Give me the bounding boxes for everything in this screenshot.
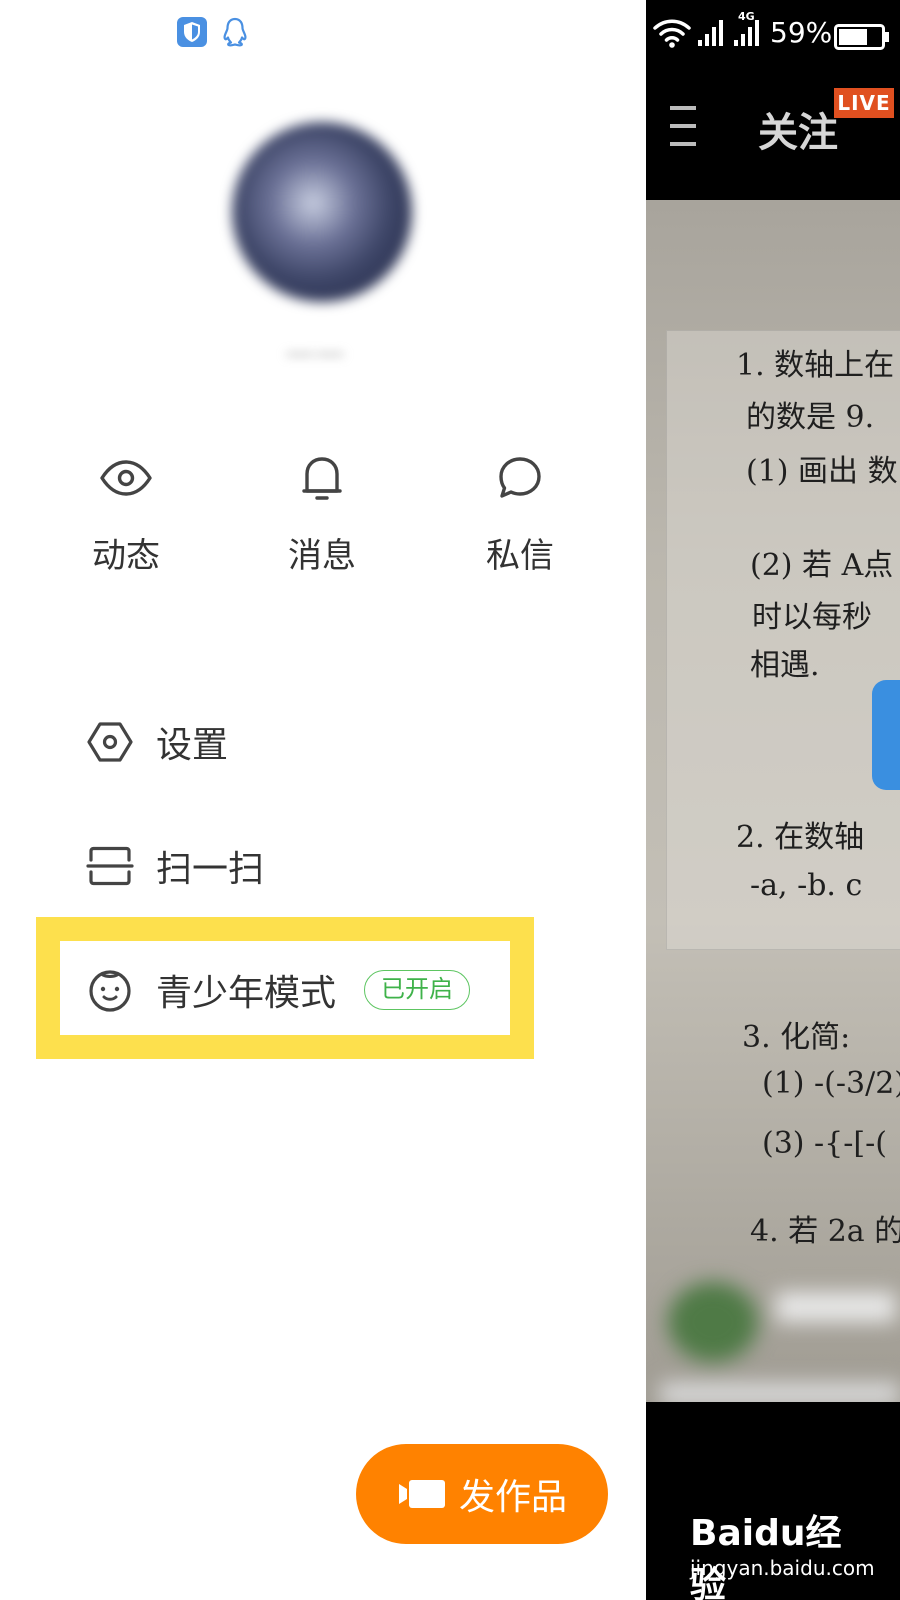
tab-follow[interactable]: 关注 bbox=[758, 100, 838, 158]
hexagon-settings-icon bbox=[87, 722, 133, 762]
menu-icon[interactable] bbox=[670, 104, 696, 148]
video-text: (3) -{-[-( bbox=[762, 1126, 887, 1161]
enabled-badge: 已开启 bbox=[364, 970, 471, 1010]
floating-tab[interactable] bbox=[872, 680, 900, 790]
video-text: (2) 若 A点 bbox=[750, 548, 894, 583]
menu-item-label: 青少年模式 bbox=[156, 973, 337, 1014]
user-avatar[interactable] bbox=[232, 122, 412, 302]
author-avatar[interactable] bbox=[668, 1282, 758, 1362]
status-bar: 4G 59% bbox=[646, 10, 900, 54]
video-camera-icon bbox=[398, 1480, 445, 1508]
publish-label: 发作品 bbox=[458, 1477, 567, 1518]
video-text: (1) 画出 数 bbox=[746, 454, 898, 489]
video-text: 时以每秒 bbox=[752, 600, 872, 635]
live-badge: LIVE bbox=[834, 88, 894, 118]
video-frame[interactable]: 1. 数轴上在 的数是 9. (1) 画出 数 (2) 若 A点 时以每秒 相遇… bbox=[646, 200, 900, 1406]
video-text: 2. 在数轴 bbox=[736, 820, 865, 855]
video-text: 1. 数轴上在 bbox=[736, 348, 895, 383]
menu-item-youth-mode[interactable]: 青少年模式 已开启 bbox=[86, 960, 471, 1020]
publish-button[interactable]: 发作品 bbox=[356, 1444, 608, 1544]
shield-icon bbox=[177, 17, 207, 47]
video-text: (1) -(-3/2) bbox=[762, 1066, 900, 1101]
menu-item-settings[interactable]: 设置 bbox=[86, 712, 228, 772]
scan-icon bbox=[86, 846, 134, 886]
menu-item-scan[interactable]: 扫一扫 bbox=[86, 836, 264, 896]
baby-face-icon bbox=[89, 970, 131, 1012]
side-drawer: —— 动态 消息 私信 设置 扫一扫 青少年模式 已开启 发作品 bbox=[0, 0, 646, 1600]
quick-actions: 动态 消息 私信 bbox=[0, 450, 646, 580]
watermark-logo: Baidu经验 bbox=[690, 1513, 842, 1600]
battery-icon bbox=[834, 24, 889, 50]
quick-action-messages[interactable]: 消息 bbox=[252, 450, 392, 577]
baidu-watermark: Baidu经验 jingyan.baidu.com bbox=[690, 1504, 875, 1600]
video-text: 4. 若 2a 的 bbox=[750, 1214, 900, 1249]
blurred-author-info bbox=[646, 1262, 900, 1406]
quick-action-label: 私信 bbox=[486, 536, 554, 576]
menu-item-label: 设置 bbox=[156, 725, 229, 766]
eye-icon bbox=[100, 460, 152, 496]
video-text: 的数是 9. bbox=[746, 400, 875, 435]
quick-action-private-messages[interactable]: 私信 bbox=[450, 450, 590, 577]
video-text: 3. 化简: bbox=[742, 1020, 851, 1055]
top-icons bbox=[176, 16, 250, 48]
signal-icon bbox=[698, 20, 723, 46]
qq-penguin-icon bbox=[223, 17, 247, 47]
quick-action-label: 消息 bbox=[288, 536, 356, 576]
watermark-url: jingyan.baidu.com bbox=[690, 1556, 875, 1580]
chat-bubble-icon bbox=[499, 457, 541, 498]
video-feed[interactable]: 4G 59% 关注 LIVE 1. 数轴上在 的数是 9. (1) 画出 数 (… bbox=[646, 0, 900, 1600]
battery-percent: 59% bbox=[770, 16, 833, 49]
quick-action-moments[interactable]: 动态 bbox=[56, 450, 196, 577]
quick-action-label: 动态 bbox=[92, 536, 160, 576]
bell-icon bbox=[302, 457, 342, 500]
wifi-icon bbox=[653, 19, 691, 48]
video-text: -a, -b. c bbox=[750, 868, 863, 903]
menu-item-label: 扫一扫 bbox=[156, 849, 265, 890]
video-text: 相遇. bbox=[750, 648, 820, 683]
network-type-label: 4G bbox=[738, 10, 755, 23]
author-name[interactable] bbox=[776, 1292, 896, 1322]
username[interactable]: —— bbox=[230, 332, 400, 376]
